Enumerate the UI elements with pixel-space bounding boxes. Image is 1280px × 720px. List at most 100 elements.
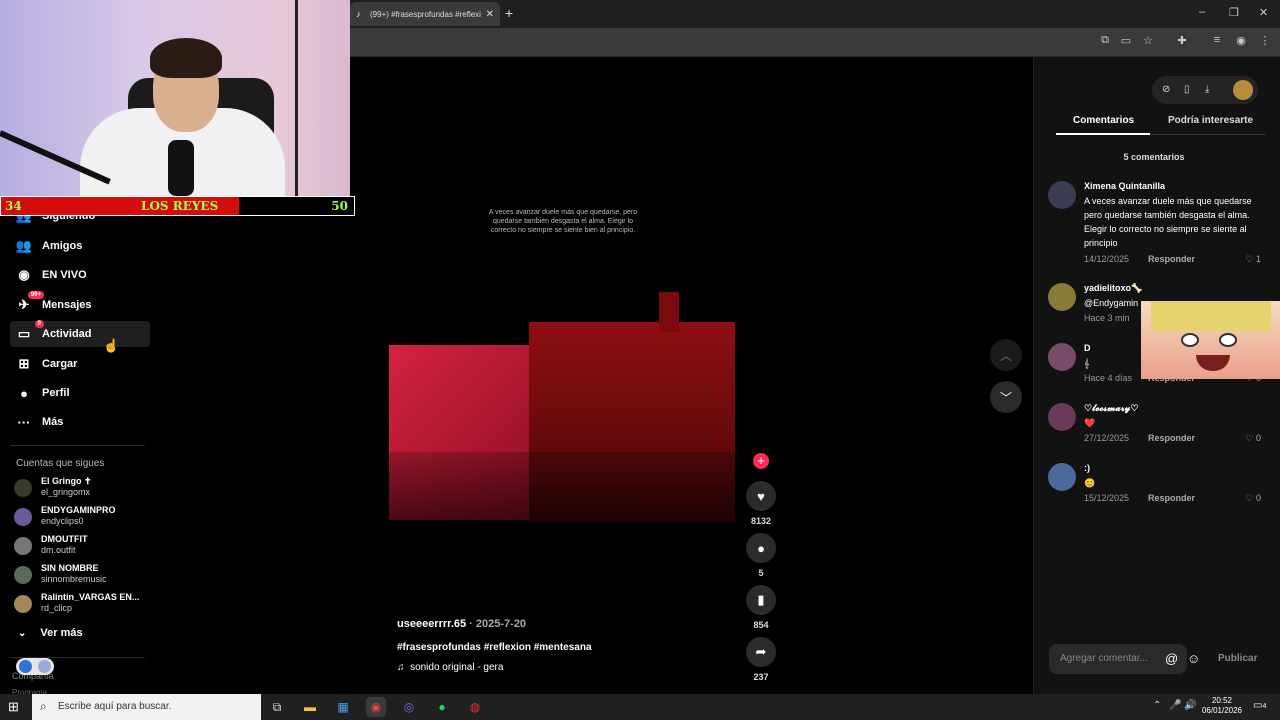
following-accounts-heading: Cuentas que sigues <box>16 458 105 469</box>
theme-toggle[interactable] <box>16 658 54 675</box>
obs-icon[interactable]: ◍ <box>465 697 485 717</box>
comment-button[interactable]: ● <box>746 533 776 563</box>
sidebar-item-upload[interactable]: ⊞ Cargar <box>10 351 150 377</box>
avatar[interactable] <box>1048 343 1076 371</box>
followed-account[interactable]: El Gringo ✝ el_gringomx <box>14 476 154 502</box>
bookmark-star-icon[interactable]: ☆ <box>1141 34 1155 47</box>
avatar[interactable] <box>1048 463 1076 491</box>
translate-icon[interactable]: ⧉ <box>1098 34 1112 47</box>
account-name: Ralintin_VARGAS EN... <box>41 592 140 602</box>
chrome-icon[interactable]: ◉ <box>366 697 386 717</box>
previous-video-button[interactable]: ︿ <box>990 339 1022 371</box>
browser-menu-icon[interactable]: ⋮ <box>1258 34 1272 47</box>
avatar[interactable] <box>1048 403 1076 431</box>
comment-like-button[interactable]: ♡ 0 <box>1245 433 1261 444</box>
emoji-icon[interactable]: ☺ <box>1187 651 1200 666</box>
sidebar-item-profile[interactable]: ● Perfil <box>10 380 150 406</box>
comment-author[interactable]: :) <box>1084 463 1090 473</box>
file-explorer-icon[interactable]: ▬ <box>300 697 320 717</box>
webcam-hair <box>150 38 222 78</box>
see-more-button[interactable]: ⌄ Ver más <box>18 627 83 639</box>
tab-might-interest[interactable]: Podría interesarte <box>1168 115 1253 126</box>
media-icon[interactable]: ≡ <box>1210 34 1224 46</box>
friends-icon: 👥 <box>15 238 33 253</box>
download-icon[interactable]: ⤓ <box>1205 84 1209 95</box>
score-bar: 34 LOS REYES 50 <box>0 196 355 216</box>
tab-comments[interactable]: Comentarios <box>1073 115 1134 126</box>
sidebar-item-more[interactable]: ··· Más <box>10 409 150 435</box>
share-button[interactable]: ➦ <box>746 637 776 667</box>
followed-account[interactable]: SIN NOMBRE sinnombremusic <box>14 563 154 589</box>
notification-icon[interactable]: ▭4 <box>1253 700 1266 711</box>
followed-account[interactable]: DMOUTFIT dm.outfit <box>14 534 154 560</box>
new-tab-button[interactable]: + <box>505 5 513 21</box>
task-view-icon[interactable]: ⧉ <box>267 697 287 717</box>
follow-plus-button[interactable]: + <box>753 453 769 469</box>
comment-like-button[interactable]: ♡ 0 <box>1245 493 1261 504</box>
reply-button[interactable]: Responder <box>1148 493 1195 503</box>
publish-button[interactable]: Publicar <box>1218 653 1257 664</box>
comment-like-button[interactable]: ♡ 1 <box>1245 254 1261 265</box>
sidebar-item-friends[interactable]: 👥 Amigos <box>10 233 150 259</box>
restore-icon[interactable]: ❐ <box>1229 6 1239 19</box>
author-name: useeeerrrr.65 <box>397 618 467 630</box>
avatar[interactable] <box>1048 283 1076 311</box>
screen: ♪ (99+) #frasesprofundas #reflexi ✕ + – … <box>0 0 1280 720</box>
video-hashtags[interactable]: #frasesprofundas #reflexion #mentesana <box>397 642 592 653</box>
next-video-button[interactable]: ﹀ <box>990 381 1022 413</box>
profile-browser-icon[interactable]: ◉ <box>1234 34 1248 47</box>
spotify-icon[interactable]: ● <box>432 697 452 717</box>
store-icon[interactable]: ▦ <box>333 697 353 717</box>
mention-icon[interactable]: @ <box>1165 651 1178 666</box>
microphone-icon[interactable]: 🎤 <box>1169 700 1181 711</box>
followed-account[interactable]: ENDYGAMINPRO endyclips0 <box>14 505 154 531</box>
app-icon[interactable]: ◎ <box>399 697 419 717</box>
volume-icon[interactable]: 🔊 <box>1184 700 1196 711</box>
taskbar-clock[interactable]: 20:52 06/01/2026 <box>1197 696 1247 716</box>
activity-badge: 9 <box>34 320 44 328</box>
comment-author[interactable]: Ximena Quintanilla <box>1084 181 1165 191</box>
user-avatar[interactable] <box>1233 80 1253 100</box>
taskbar-search[interactable]: ⌕ Escribe aquí para buscar. <box>32 694 261 720</box>
activity-icon: ▭ 9 <box>16 320 44 342</box>
tray-chevron-icon[interactable]: ⌃ <box>1153 700 1161 711</box>
comment-author[interactable]: D <box>1084 343 1091 353</box>
extensions-icon[interactable]: ✚ <box>1175 34 1189 47</box>
like-button[interactable]: ♥ <box>746 481 776 511</box>
sidebar-item-messages[interactable]: ✈ 99+ Mensajes <box>10 291 150 318</box>
score-right: 50 <box>331 199 348 213</box>
share-icon: ➦ <box>755 644 767 659</box>
avatar[interactable] <box>1048 181 1076 209</box>
messages-icon: ✈ 99+ <box>16 291 44 313</box>
reply-button[interactable]: Responder <box>1148 433 1195 443</box>
close-tab-icon[interactable]: ✕ <box>486 9 494 20</box>
video-author[interactable]: useeeerrrr.65 · 2025-7-20 <box>397 618 526 630</box>
comment-author[interactable]: yadielitoxo🦴 <box>1084 283 1142 294</box>
sidebar-item-live[interactable]: ◉ EN VIVO <box>10 262 150 288</box>
sidebar-item-activity[interactable]: ▭ 9 Actividad <box>10 320 150 347</box>
tab-title: (99+) #frasesprofundas #reflexi <box>370 9 481 19</box>
close-window-icon[interactable]: ✕ <box>1259 6 1268 19</box>
sidebar-item-label: EN VIVO <box>42 269 87 281</box>
chevron-down-icon: ﹀ <box>999 390 1012 405</box>
minimize-icon[interactable]: – <box>1199 6 1205 18</box>
windows-start-icon[interactable]: ⊞ <box>8 699 22 714</box>
browser-tab[interactable]: ♪ (99+) #frasesprofundas #reflexi ✕ <box>350 2 500 26</box>
video-sound[interactable]: ♫ sonido original - gera <box>397 662 503 673</box>
video-player[interactable]: A veces avanzar duele más que quedarse, … <box>389 72 735 692</box>
followed-account[interactable]: Ralintin_VARGAS EN... rd_clicp <box>14 592 154 618</box>
sidebar-item-label: Perfil <box>42 387 70 399</box>
comment-text: A veces avanzar duele más que quedarse p… <box>1084 196 1252 248</box>
save-button[interactable]: ▮ <box>746 585 776 615</box>
comment-item: :) 😊 15/12/2025 Responder ♡ 0 <box>1048 463 1263 507</box>
comment-author[interactable]: ♡𝓵𝓮𝓸𝓼𝓶𝓪𝓻𝔂♡ <box>1084 403 1138 414</box>
cast-icon[interactable]: ▭ <box>1119 34 1133 47</box>
compass-icon[interactable]: ⊘ <box>1162 84 1170 95</box>
reply-button[interactable]: Responder <box>1148 254 1195 264</box>
comment-input-placeholder[interactable]: Agregar comentar... <box>1060 653 1148 664</box>
mobile-icon[interactable]: ▯ <box>1184 84 1190 95</box>
comment-count: 5 <box>758 568 764 578</box>
comment-like-count: 0 <box>1255 493 1261 503</box>
chevron-up-icon: ︿ <box>999 348 1012 363</box>
score-title: LOS REYES <box>141 199 219 213</box>
